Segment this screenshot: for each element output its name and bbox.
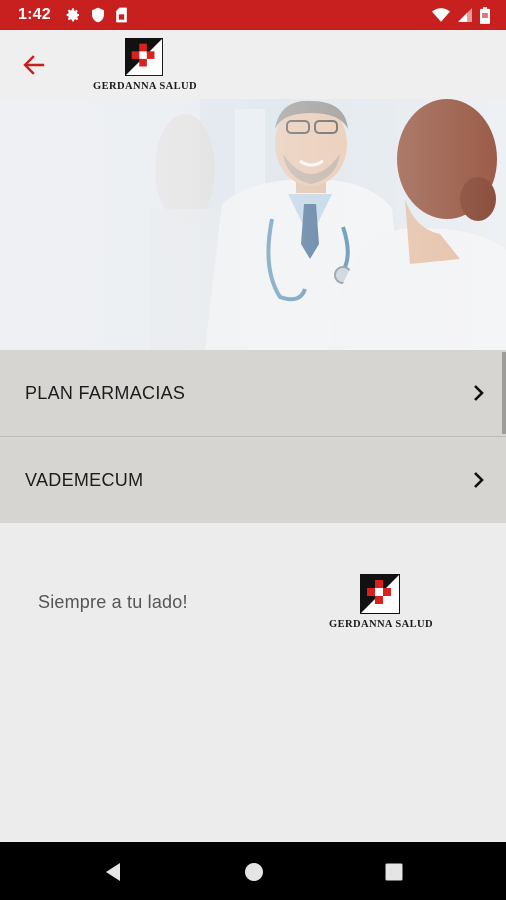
- menu-item-label: PLAN FARMACIAS: [25, 382, 186, 403]
- logo-text: GERDANNA SALUD: [93, 81, 197, 92]
- logo-mark-icon: [125, 38, 163, 76]
- arrow-left-icon: [23, 55, 45, 75]
- footer-logo: GERDANNA SALUD: [322, 572, 440, 632]
- battery-icon: [480, 6, 490, 24]
- back-button[interactable]: [14, 49, 54, 81]
- status-bar: 1:42: [0, 0, 506, 30]
- hero-image: [0, 99, 506, 350]
- logo-text: GERDANNA SALUD: [329, 619, 433, 630]
- chevron-right-icon: [474, 385, 484, 401]
- menu-item-vademecum[interactable]: VADEMECUM: [0, 437, 506, 523]
- logo-mark-icon: [360, 574, 400, 614]
- doctor-with-patient-photo: [0, 99, 506, 350]
- status-time: 1:42: [18, 6, 51, 23]
- sim-card-icon: [115, 7, 127, 23]
- recents-square-icon[interactable]: [382, 860, 406, 884]
- system-nav-bar: [0, 842, 506, 900]
- menu-item-label: VADEMECUM: [25, 469, 144, 490]
- settings-icon: [66, 8, 79, 22]
- scroll-indicator: [502, 352, 506, 434]
- home-circle-icon[interactable]: [242, 860, 266, 884]
- wifi-icon: [432, 8, 450, 22]
- status-icons-left: [65, 7, 128, 23]
- chevron-right-icon: [474, 472, 484, 488]
- shield-icon: [91, 7, 104, 23]
- status-icons-right: [432, 6, 490, 24]
- signal-icon: [458, 8, 472, 22]
- menu-item-plan-farmacias[interactable]: PLAN FARMACIAS: [0, 350, 506, 436]
- header-logo: GERDANNA SALUD: [88, 36, 202, 94]
- back-triangle-icon[interactable]: [101, 860, 125, 884]
- app-bar: GERDANNA SALUD: [0, 30, 506, 99]
- tagline: Siempre a tu lado!: [38, 592, 188, 612]
